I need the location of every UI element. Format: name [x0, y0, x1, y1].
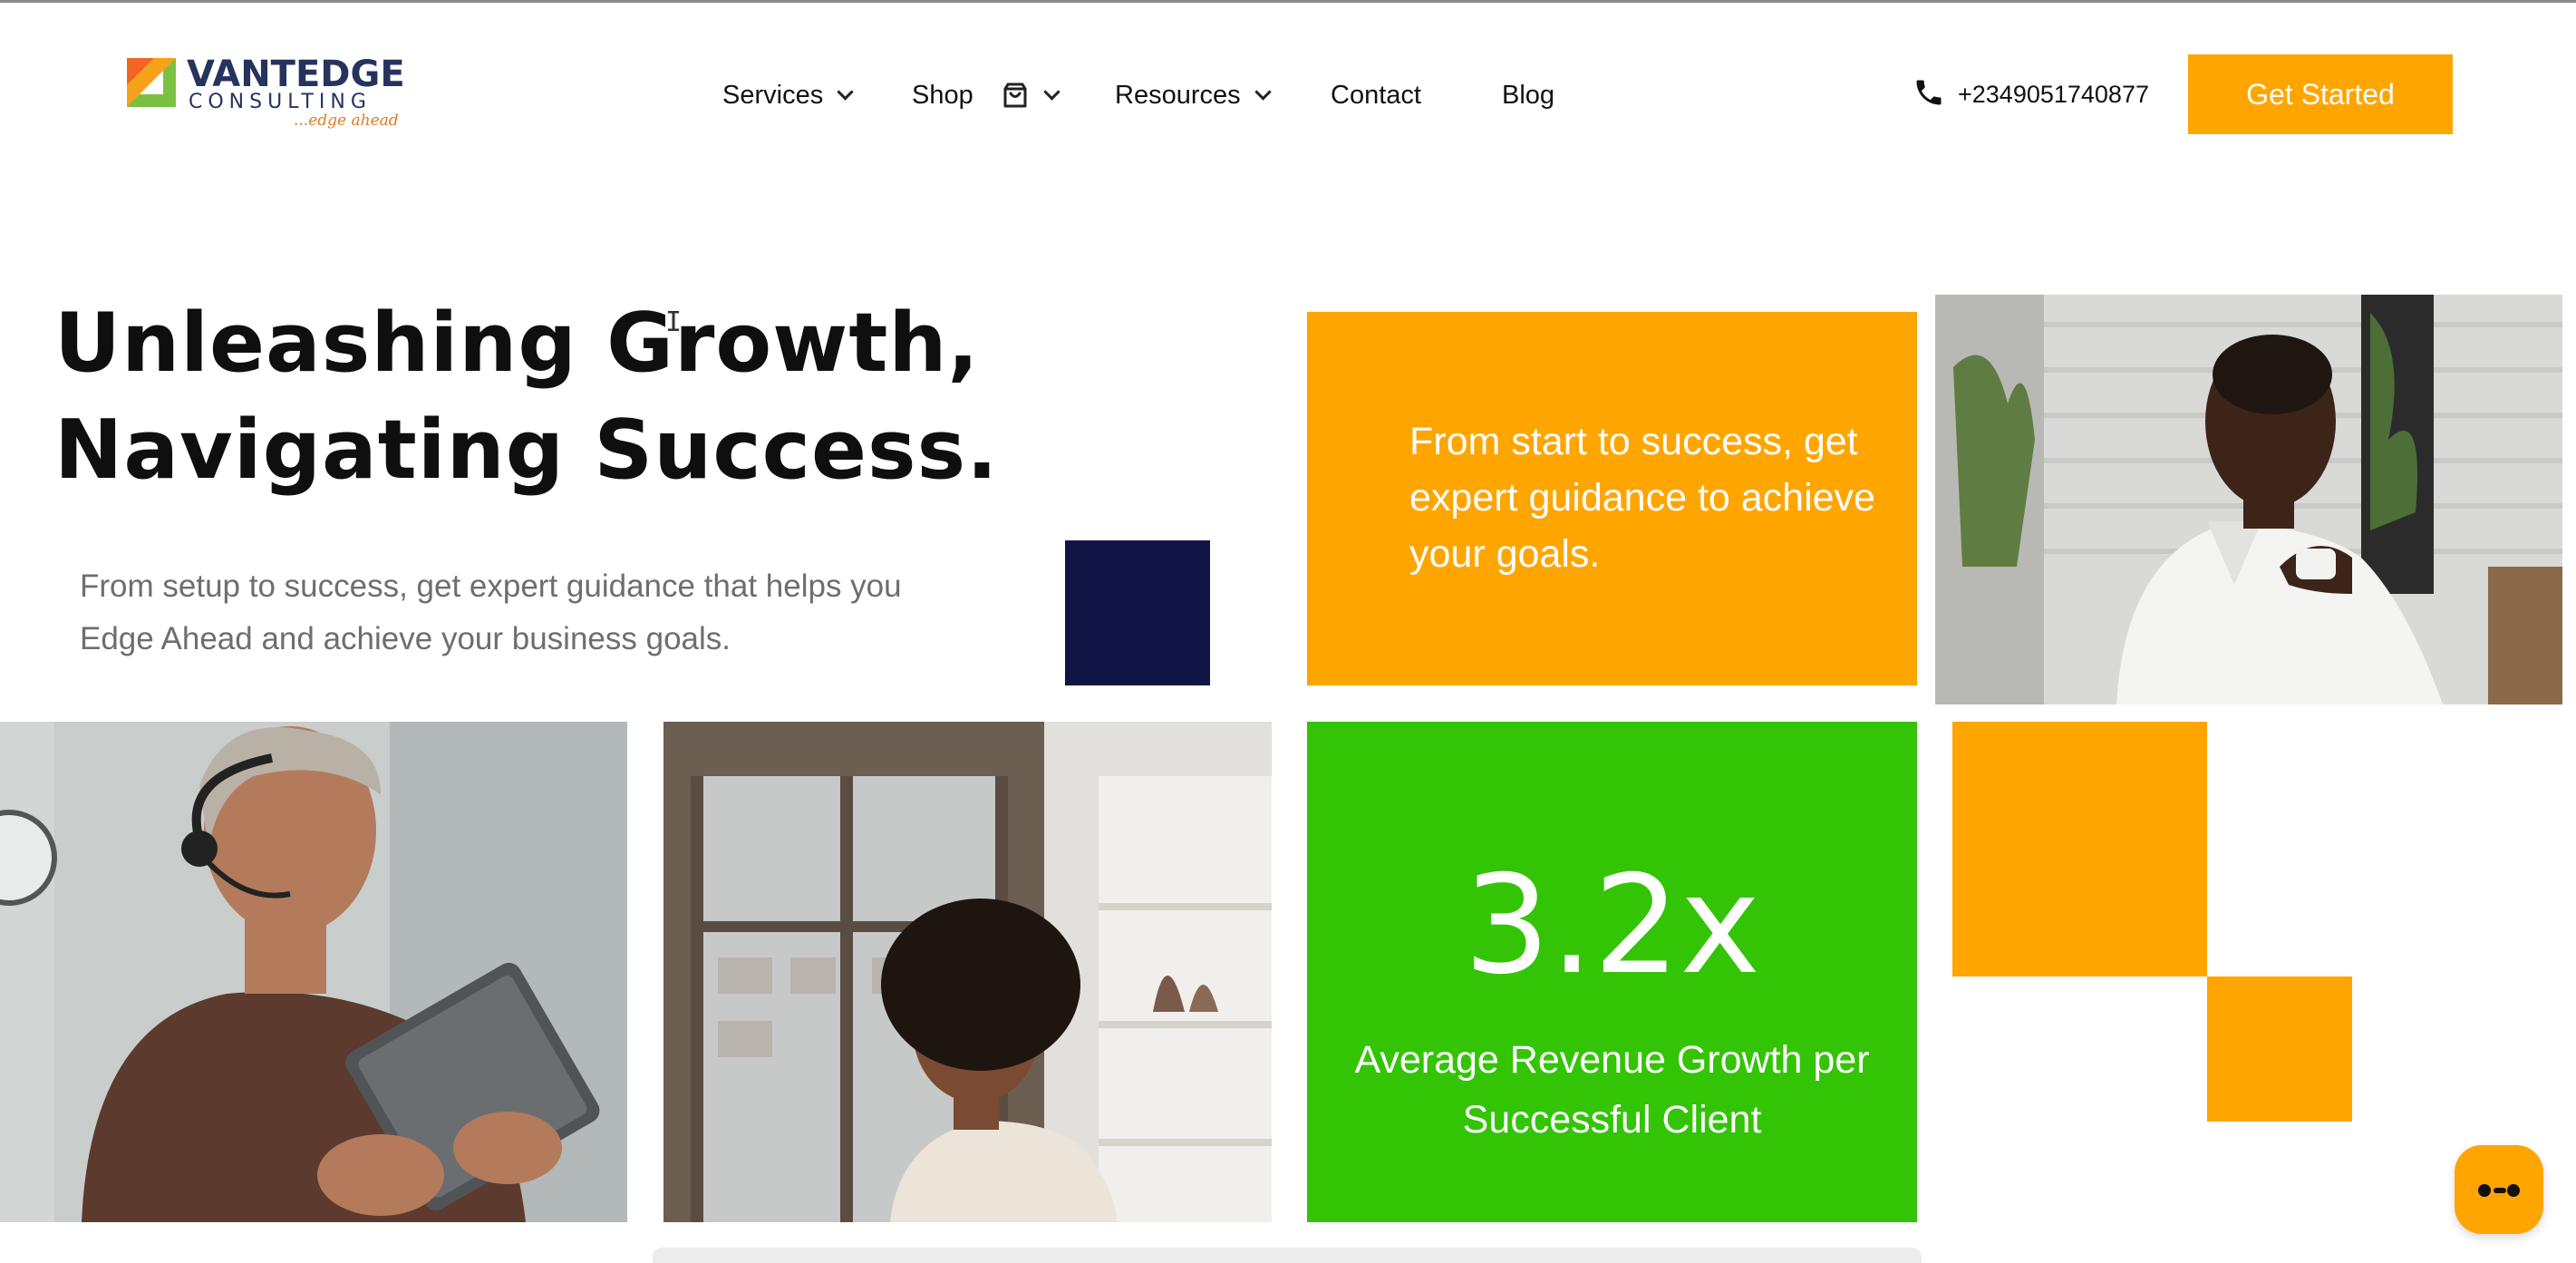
chevron-down-icon	[1254, 83, 1272, 101]
decorative-navy-square	[1065, 540, 1210, 685]
phone-number[interactable]: +2349051740877	[1958, 76, 2149, 112]
chevron-down-icon	[1043, 83, 1060, 101]
chevron-down-icon	[837, 83, 854, 101]
shopping-bag-icon	[1003, 83, 1027, 108]
nav-item-resources[interactable]: Resources	[1115, 71, 1272, 120]
hero-title-line2: Navigating Success.	[54, 403, 999, 498]
promo-card: From start to success, get expert guidan…	[1307, 312, 1917, 685]
hero-title: Unleashing Growth, Navigating Success.	[54, 290, 1051, 504]
nav-label: Resources	[1115, 80, 1241, 110]
photo-woman-with-coffee	[1935, 295, 2562, 704]
nav-item-shop[interactable]: Shop	[912, 71, 1060, 120]
window-top-border	[0, 0, 2576, 3]
chat-bubble-icon	[2478, 1184, 2520, 1197]
text-cursor-icon: I	[665, 306, 683, 338]
decorative-orange-square-small	[2207, 976, 2352, 1122]
nav-label: Contact	[1331, 80, 1421, 110]
nav-label: Services	[722, 80, 824, 110]
photo-woman-at-desk	[663, 722, 1272, 1222]
hero-title-line1: Unleashing Growth,	[54, 296, 980, 391]
nav-item-contact[interactable]: Contact	[1331, 71, 1421, 120]
nav-item-services[interactable]: Services	[722, 71, 854, 120]
stat-card: 3.2x Average Revenue Growth per Successf…	[1307, 722, 1917, 1222]
nav-label: Blog	[1502, 80, 1555, 110]
chat-widget-button[interactable]	[2455, 1145, 2543, 1234]
nav-item-blog[interactable]: Blog	[1502, 71, 1554, 120]
bottom-scroll-shadow	[653, 1248, 1922, 1263]
stat-value: 3.2x	[1463, 847, 1761, 1005]
nav-label: Shop	[912, 80, 973, 110]
promo-card-text: From start to success, get expert guidan…	[1409, 420, 1875, 576]
decorative-orange-square-large	[1952, 722, 2207, 976]
get-started-button[interactable]: Get Started	[2188, 54, 2453, 134]
hero-subtitle: From setup to success, get expert guidan…	[80, 568, 902, 656]
photo-woman-with-headset	[0, 722, 627, 1222]
stat-label: Average Revenue Growth per Successful Cl…	[1354, 1038, 1870, 1142]
phone-icon	[1916, 80, 1942, 105]
